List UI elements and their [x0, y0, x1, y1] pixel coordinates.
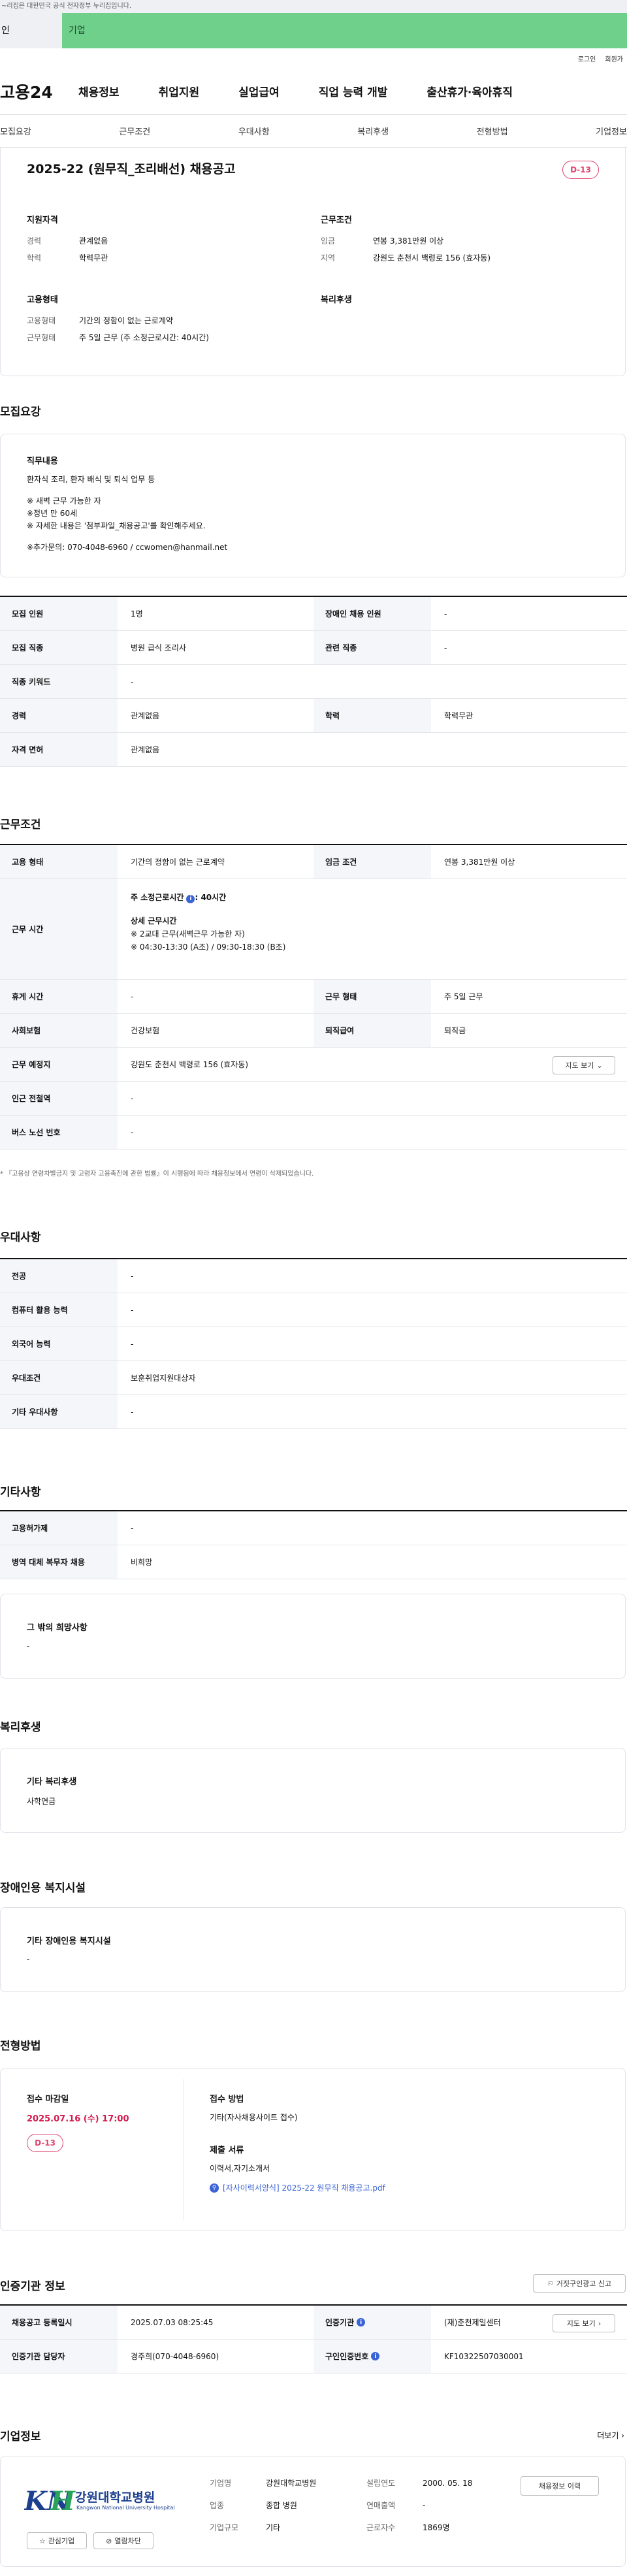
- job-title: 2025-22 (원무직_조리배선) 채용공고: [27, 162, 236, 176]
- hospital-logo-mark: KNH: [24, 2486, 76, 2517]
- table-row-work-time: 근무 시간 주 소정근로시간 i: 40시간 상세 근무시간 ※ 2교대 근무(새…: [0, 879, 627, 980]
- work-heading: 근무조건: [0, 818, 41, 831]
- recruit-heading: 모집요강: [0, 406, 41, 419]
- attachment-link[interactable]: ⚲ [자사이력서양식] 2025-22 원무직 채용공고.pdf: [210, 2182, 385, 2193]
- company-heading: 기업정보: [0, 2430, 41, 2443]
- table-row: 모집 인원 1명 장애인 채용 인원 -: [0, 597, 627, 631]
- table-row: 자격 면허 관계없음: [0, 733, 627, 767]
- disab-heading: 장애인용 복지시설: [0, 1882, 86, 1895]
- emp-list: 고용형태 기간의 정함이 없는 근로계약 근무형태 주 5일 근무 (주 소정근로시…: [27, 316, 209, 342]
- anchor-pref[interactable]: 우대사항: [238, 125, 270, 137]
- signup-link[interactable]: 회원가: [605, 54, 623, 63]
- nav-employment-support[interactable]: 취업지원: [159, 83, 200, 99]
- deadline-dday-badge: D-13: [27, 2134, 63, 2152]
- table-row: 고용허가제 -: [0, 1511, 627, 1545]
- table-row: 직종 키워드 -: [0, 665, 627, 699]
- block-company-button[interactable]: ⊘ 열람차단: [93, 2532, 153, 2549]
- table-row: 기타 우대사항 -: [0, 1395, 627, 1429]
- gov-banner: ~리집은 대한민국 공식 전자정부 누리집입니다.: [0, 0, 627, 13]
- util-bar: 로그인 회원가: [0, 48, 627, 68]
- chevron-right-icon: ›: [621, 2431, 624, 2440]
- table-row: 채용공고 등록일시 2025.07.03 08:25:45 인증기관 i (재)춘…: [0, 2306, 627, 2340]
- table-row: 컴퓨터 활용 능력 -: [0, 1293, 627, 1327]
- table-row: 인증기관 담당자 경주희(070-4048-6960) 구인인증번호 i KF10…: [0, 2340, 627, 2374]
- company-fields-left: 기업명 강원대학교병원 업종 종합 병원 기업규모 기타: [210, 2479, 317, 2532]
- cond-heading: 근무조건: [321, 216, 352, 225]
- work-time-detail: 주 소정근로시간 i: 40시간 상세 근무시간 ※ 2교대 근무(새벽근무 가능…: [131, 893, 286, 952]
- duty-heading: 직무내용: [27, 457, 58, 466]
- company-logo: KN H 강원대학교병원 Kangwon National University …: [24, 2476, 175, 2522]
- table-row: 사회보험 건강보험 퇴직급여 퇴직금: [0, 1014, 627, 1048]
- anchor-company[interactable]: 기업정보: [596, 125, 627, 137]
- etc-wish-box: 그 밖의 희망사항 -: [0, 1594, 626, 1679]
- table-row: 근무 예정지 강원도 춘천시 백령로 156 (효자동) 지도 보기 ⌄: [0, 1048, 627, 1082]
- nav-training[interactable]: 직업 능력 개발: [319, 83, 388, 99]
- emp-heading: 고용형태: [27, 295, 58, 305]
- nav-jobs[interactable]: 채용정보: [78, 83, 120, 99]
- table-row: 병역 대체 복무자 채용 비희망: [0, 1545, 627, 1579]
- table-row: 고용 형태 기간의 정함이 없는 근로계약 임금 조건 연봉 3,381만원 이…: [0, 845, 627, 879]
- welfare-heading: 복리후생: [321, 295, 352, 305]
- table-row: 버스 노선 번호 -: [0, 1116, 627, 1150]
- star-icon: ☆: [39, 2536, 46, 2545]
- qual-heading: 지원자격: [27, 216, 58, 225]
- cert-map-button[interactable]: 지도 보기 ›: [553, 2314, 615, 2332]
- login-link[interactable]: 로그인: [578, 54, 596, 63]
- tab-individual[interactable]: 인: [0, 13, 62, 48]
- dday-badge: D-13: [562, 161, 599, 179]
- svg-text:H: H: [50, 2486, 76, 2517]
- qual-list: 경력 관계없음 학력 학력무관: [27, 236, 108, 263]
- map-button[interactable]: 지도 보기 ⌄: [553, 1056, 615, 1074]
- pref-heading: 우대사항: [0, 1231, 41, 1244]
- anchor-recruit[interactable]: 모집요강: [0, 125, 31, 137]
- site-logo[interactable]: 고용24: [0, 80, 78, 103]
- chevron-down-icon: ⌄: [596, 1061, 603, 1070]
- report-button[interactable]: ⚐ 거짓구인광고 신고: [533, 2274, 626, 2293]
- duty-text: 환자식 조리, 환자 배식 및 퇴식 업무 등 ※ 새벽 근무 가능한 자 ※정…: [27, 475, 228, 552]
- info-icon[interactable]: i: [357, 2318, 366, 2326]
- nav-unemployment[interactable]: 실업급여: [238, 83, 280, 99]
- summary-card: 2025-22 (원무직_조리배선) 채용공고 D-13 지원자격 경력 관계없음…: [0, 148, 626, 376]
- block-icon: ⊘: [106, 2536, 112, 2545]
- site-tabs: 인 기업: [0, 13, 627, 48]
- process-heading: 전형방법: [0, 2040, 41, 2053]
- welfare-box: 기타 복리후생 사학연금: [0, 1748, 626, 1833]
- disab-box: 기타 장애인용 복지시설 -: [0, 1907, 626, 1992]
- company-more-link[interactable]: 더보기 ›: [597, 2430, 624, 2441]
- cert-heading: 인증기관 정보: [0, 2280, 65, 2293]
- main-nav: 고용24 채용정보 취업지원 실업급여 직업 능력 개발 출산휴가·육아휴직: [0, 68, 627, 115]
- anchor-welfare[interactable]: 복리후생: [357, 125, 389, 137]
- fav-company-button[interactable]: ☆ 관심기업: [27, 2532, 87, 2549]
- company-box: KN H 강원대학교병원 Kangwon National University …: [0, 2456, 626, 2567]
- table-row: 경력 관계없음 학력 학력무관: [0, 699, 627, 733]
- anchor-nav: 모집요강 근무조건 우대사항 복리후생 전형방법 기업정보: [0, 115, 627, 148]
- age-notice: * 『고용상 연령차별금지 및 고령자 고용촉진에 관한 법률』이 시행됨에 따…: [0, 1170, 314, 1178]
- anchor-work[interactable]: 근무조건: [119, 125, 150, 137]
- table-row: 전공 -: [0, 1259, 627, 1293]
- table-row: 모집 직종 병원 급식 조리사 관련 직종 -: [0, 631, 627, 665]
- link-icon: ⚲: [210, 2183, 219, 2193]
- anchor-process[interactable]: 전형방법: [477, 125, 508, 137]
- nav-parental-leave[interactable]: 출산휴가·육아휴직: [426, 83, 513, 99]
- company-fields-right: 설립연도 2000. 05. 18 연매출액 - 근로자수 1869명: [366, 2479, 473, 2532]
- etc-heading: 기타사항: [0, 1486, 41, 1499]
- info-icon[interactable]: i: [371, 2352, 380, 2360]
- job-history-button[interactable]: 채용정보 이력: [521, 2476, 599, 2496]
- tab-company[interactable]: 기업: [62, 13, 627, 48]
- chevron-right-icon: ›: [598, 2319, 602, 2328]
- deadline-value: 2025.07.16 (수) 17:00: [27, 2114, 129, 2124]
- table-row: 우대조건 보훈취업지원대상자: [0, 1361, 627, 1395]
- table-row: 외국어 능력 -: [0, 1327, 627, 1361]
- info-icon[interactable]: i: [186, 894, 195, 903]
- table-row: 인근 전철역 -: [0, 1082, 627, 1116]
- process-box: 접수 마감일 2025.07.16 (수) 17:00 D-13 접수 방법 기…: [0, 2068, 626, 2231]
- duty-box: 직무내용 환자식 조리, 환자 배식 및 퇴식 업무 등 ※ 새벽 근무 가능한…: [0, 434, 626, 577]
- welfare-section-heading: 복리후생: [0, 1721, 41, 1734]
- bell-icon: ⚐: [547, 2279, 554, 2288]
- cond-list: 임금 연봉 3,381만원 이상 지역 강원도 춘천시 백령로 156 (효자동): [321, 236, 491, 263]
- table-row: 휴게 시간 - 근무 형태 주 5일 근무: [0, 980, 627, 1014]
